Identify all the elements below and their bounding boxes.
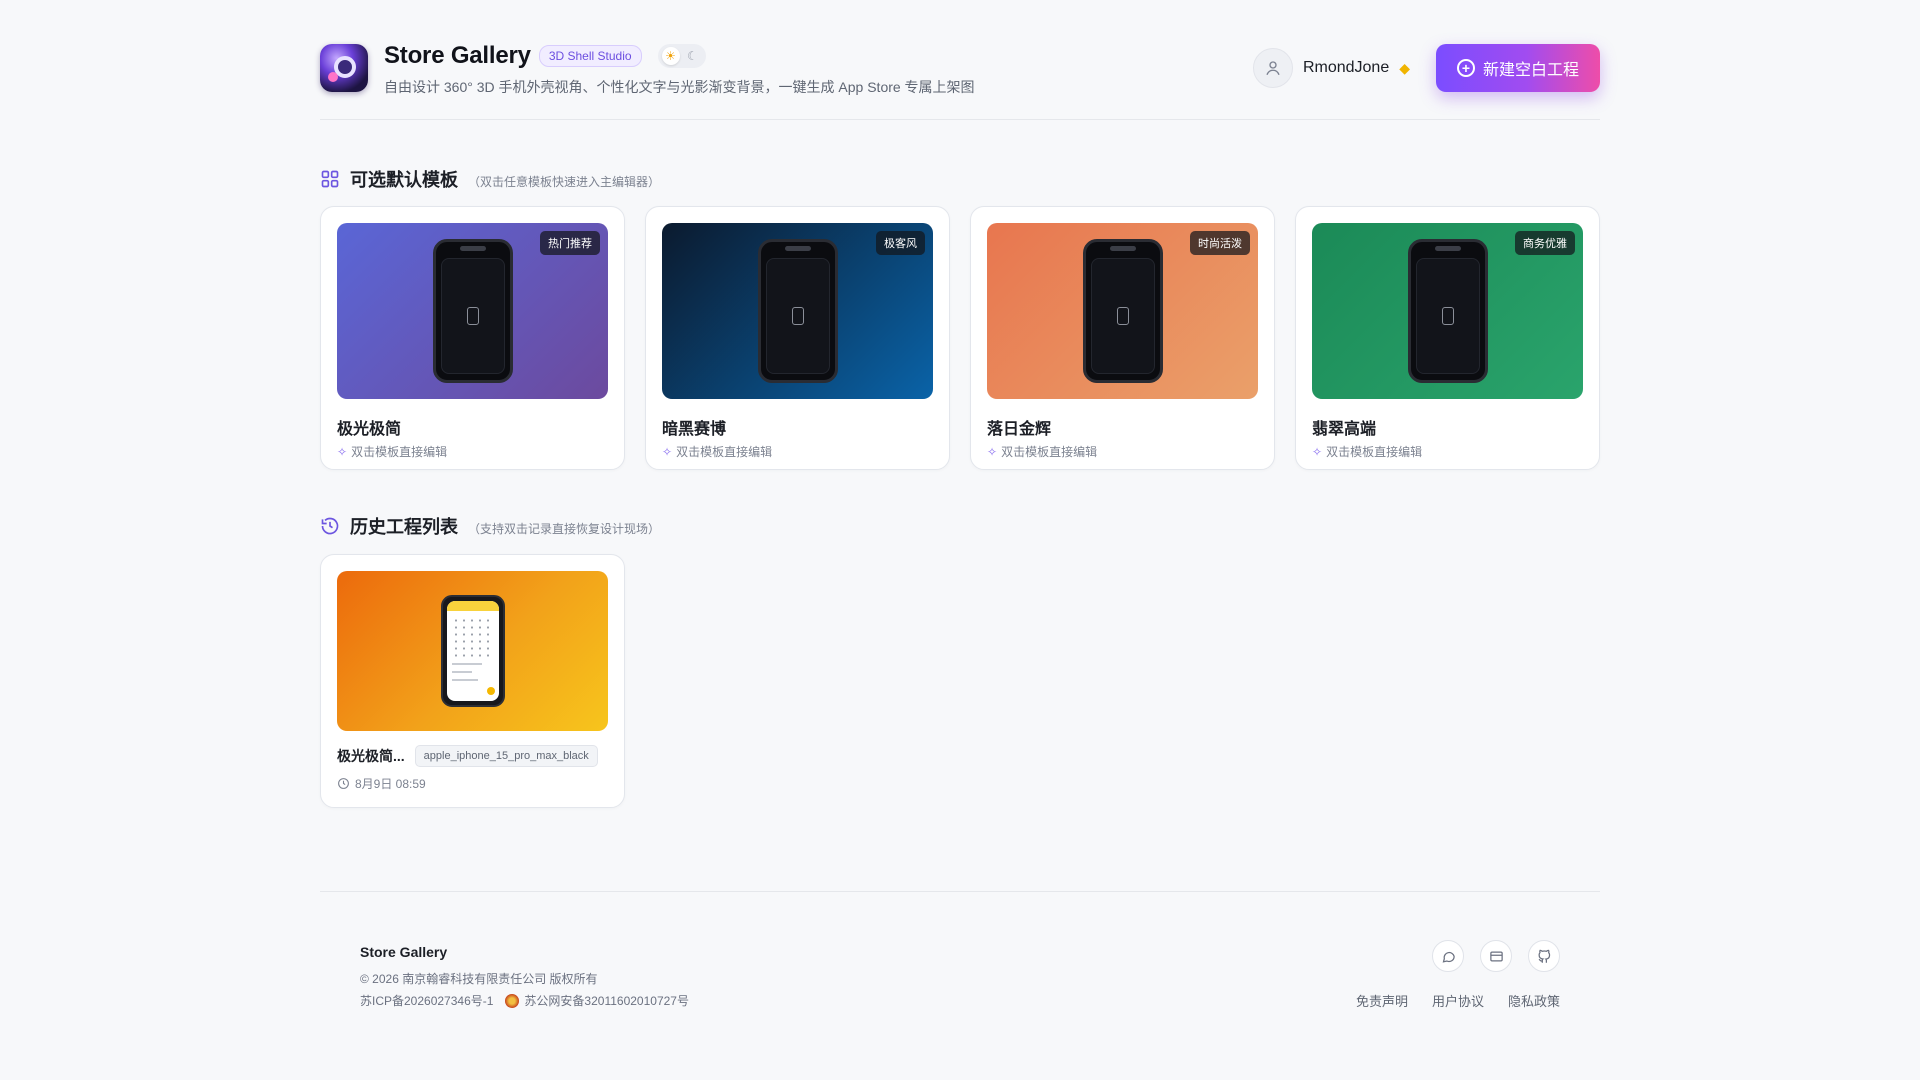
template-thumbnail: 时尚活泼 <box>987 223 1258 399</box>
footer-registration: 苏ICP备2026027346号-1 苏公网安备32011602010727号 <box>360 992 689 1009</box>
username[interactable]: RmondJone <box>1303 59 1389 77</box>
new-project-label: 新建空白工程 <box>1482 62 1579 79</box>
template-thumbnail: 商务优雅 <box>1312 223 1583 399</box>
template-tag: 极客风 <box>876 231 925 255</box>
template-name: 暗黑赛博 <box>662 421 727 438</box>
sparkle-icon: ✧ <box>662 444 673 459</box>
history-time: 8月9日 08:59 <box>337 775 608 792</box>
template-card[interactable]: 商务优雅 翡翠高端 ✧ 双击模板直接编辑 <box>1295 206 1600 470</box>
plus-circle-icon: + <box>1456 59 1475 77</box>
site-footer: Store Gallery © 2026 南京翰睿科技有限责任公司 版权所有 苏… <box>320 891 1600 1080</box>
template-thumbnail: 极客风 <box>662 223 933 399</box>
avatar[interactable] <box>1252 48 1293 88</box>
footer-icons <box>1432 940 1560 972</box>
police-emblem-icon <box>505 993 520 1008</box>
user-menu[interactable]: RmondJone ◆ <box>1252 48 1410 88</box>
phone-mockup <box>1082 239 1163 383</box>
footer-links: 免责声明 用户协议 隐私政策 <box>1356 991 1560 1010</box>
template-name: 翡翠高端 <box>1312 421 1377 438</box>
sun-icon[interactable]: ☀ <box>661 47 680 65</box>
template-tag: 商务优雅 <box>1515 231 1575 255</box>
card-icon[interactable] <box>1480 940 1512 972</box>
clock-icon <box>338 778 349 789</box>
history-meta-row: 极光极简... apple_iphone_15_pro_max_black <box>337 745 608 767</box>
app-header: Store Gallery 3D Shell Studio ☀ ☾ 自由设计 3… <box>320 0 1600 120</box>
template-subtext: ✧ 双击模板直接编辑 <box>987 444 1098 460</box>
privacy-policy-link[interactable]: 隐私政策 <box>1508 991 1560 1010</box>
phone-icon <box>1441 307 1454 325</box>
user-icon <box>1266 61 1280 76</box>
footer-brand: Store Gallery <box>360 944 448 960</box>
template-name: 落日金辉 <box>987 421 1052 438</box>
icp-link[interactable]: 苏ICP备2026027346号-1 <box>360 992 493 1009</box>
phone-mockup <box>1407 239 1488 383</box>
moon-icon[interactable]: ☾ <box>684 47 702 65</box>
template-list: 热门推荐 极光极简 ✧ 双击模板直接编辑 极客风 暗黑赛博 ✧ 双击模板直接编辑 时… <box>320 206 1600 470</box>
template-card[interactable]: 极客风 暗黑赛博 ✧ 双击模板直接编辑 <box>645 206 950 470</box>
history-thumbnail <box>337 571 608 731</box>
template-tag: 热门推荐 <box>540 231 600 255</box>
history-card[interactable]: 极光极简... apple_iphone_15_pro_max_black 8月… <box>320 554 625 808</box>
footer-copyright: © 2026 南京翰睿科技有限责任公司 版权所有 <box>360 972 598 986</box>
github-icon[interactable] <box>1528 940 1560 972</box>
sparkle-icon: ✧ <box>337 444 348 459</box>
grid-icon <box>321 170 339 188</box>
history-list: 极光极简... apple_iphone_15_pro_max_black 8月… <box>320 554 625 808</box>
history-hint: （支持双击记录直接恢复设计现场） <box>468 522 661 536</box>
phone-icon <box>1116 307 1129 325</box>
history-title: 历史工程列表 <box>350 517 458 537</box>
sparkle-icon: ✧ <box>987 444 998 459</box>
history-section-header: 历史工程列表 （支持双击记录直接恢复设计现场） <box>320 513 660 539</box>
template-subtext: ✧ 双击模板直接编辑 <box>337 444 448 460</box>
template-tag: 时尚活泼 <box>1190 231 1250 255</box>
sparkle-icon: ✧ <box>1312 444 1323 459</box>
template-name: 极光极简 <box>337 421 402 438</box>
title-row: Store Gallery 3D Shell Studio ☀ ☾ <box>384 42 706 70</box>
templates-section-header: 可选默认模板 （双击任意模板快速进入主编辑器） <box>320 166 660 192</box>
template-subtext: ✧ 双击模板直接编辑 <box>1312 444 1423 460</box>
template-card[interactable]: 热门推荐 极光极简 ✧ 双击模板直接编辑 <box>320 206 625 470</box>
phone-icon <box>791 307 804 325</box>
app-title: Store Gallery <box>384 42 531 69</box>
user-agreement-link[interactable]: 用户协议 <box>1432 991 1484 1010</box>
template-thumbnail: 热门推荐 <box>337 223 608 399</box>
template-card[interactable]: 时尚活泼 落日金辉 ✧ 双击模板直接编辑 <box>970 206 1275 470</box>
theme-toggle[interactable]: ☀ ☾ <box>657 44 706 68</box>
device-chip: apple_iphone_15_pro_max_black <box>414 745 598 767</box>
templates-title: 可选默认模板 <box>350 170 458 190</box>
history-icon <box>321 517 339 535</box>
templates-hint: （双击任意模板快速进入主编辑器） <box>468 175 661 189</box>
phone-mockup <box>440 595 505 707</box>
new-project-button[interactable]: + 新建空白工程 <box>1436 44 1600 92</box>
phone-icon <box>466 307 479 325</box>
app-logo <box>320 44 368 92</box>
police-record[interactable]: 苏公网安备32011602010727号 <box>505 992 689 1009</box>
template-subtext: ✧ 双击模板直接编辑 <box>662 444 773 460</box>
police-record-text: 苏公网安备32011602010727号 <box>524 994 689 1008</box>
history-name: 极光极简... <box>337 748 405 764</box>
vip-diamond-icon: ◆ <box>1399 59 1410 76</box>
chat-icon[interactable] <box>1432 940 1464 972</box>
phone-mockup <box>757 239 838 383</box>
phone-mockup <box>432 239 513 383</box>
disclaimer-link[interactable]: 免责声明 <box>1356 991 1408 1010</box>
app-subtitle: 自由设计 360° 3D 手机外壳视角、个性化文字与光影渐变背景，一键生成 Ap… <box>384 79 975 95</box>
studio-badge: 3D Shell Studio <box>538 45 642 67</box>
